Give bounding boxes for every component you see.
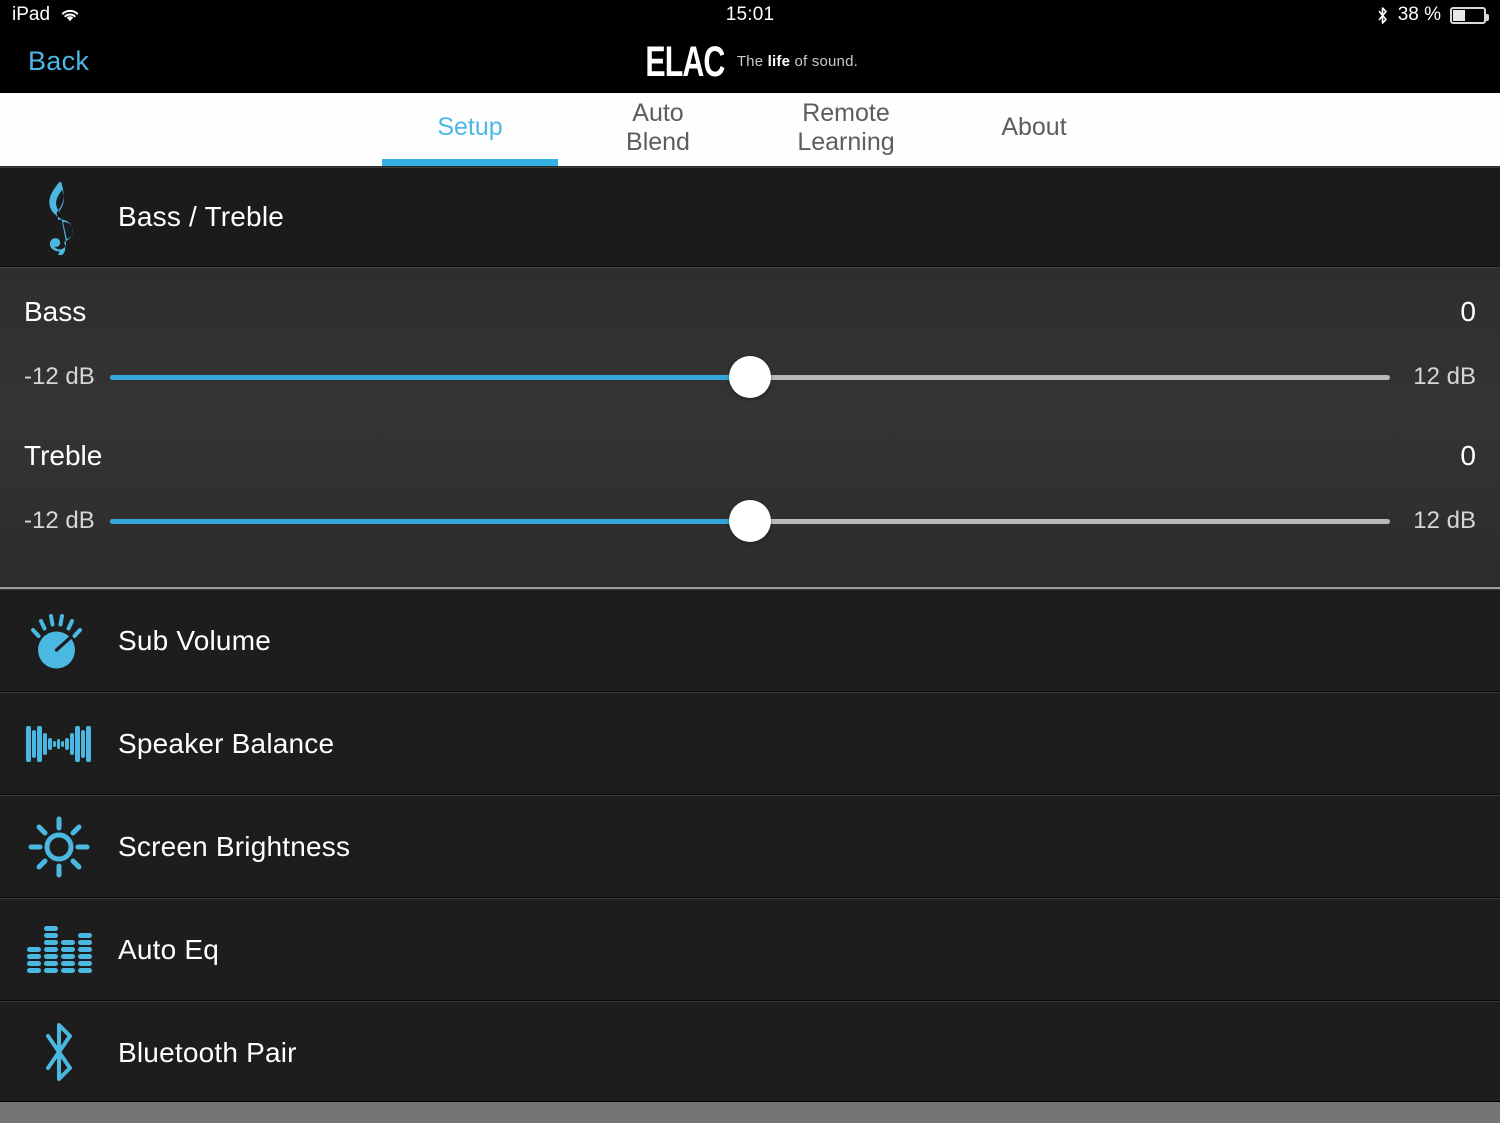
status-bar-right: 38 % (1376, 4, 1500, 26)
brand-tagline: The life of sound. (737, 53, 858, 70)
battery-percent-label: 38 % (1397, 4, 1441, 25)
tagline-pre: The (736, 53, 768, 70)
tab-auto-blend[interactable]: Auto Blend (564, 93, 752, 166)
list-item-sub-volume[interactable]: Sub Volume (0, 589, 1500, 692)
list-item-label: Sub Volume (118, 624, 271, 656)
list-item-auto-eq[interactable]: Auto Eq (0, 898, 1500, 1001)
bluetooth-icon (0, 1015, 118, 1091)
treble-slider-header: Treble 0 (24, 426, 1476, 486)
bass-slider-header: Bass 0 (24, 282, 1476, 342)
list-item-label: Bluetooth Pair (118, 1036, 297, 1068)
tab-setup-label: Setup (437, 113, 503, 142)
bass-label: Bass (24, 296, 87, 327)
treble-slider-group: Treble 0 -12 dB 12 dB (24, 412, 1476, 556)
treble-slider-thumb[interactable] (729, 500, 771, 542)
treble-clef-icon (0, 179, 118, 255)
equalizer-bars-icon (0, 921, 118, 979)
treble-min-label: -12 dB (24, 507, 95, 534)
treble-value: 0 (1460, 440, 1476, 471)
list-item-screen-brightness[interactable]: Screen Brightness (0, 795, 1500, 898)
bass-track-fill (110, 374, 750, 380)
bass-slider-thumb[interactable] (729, 356, 771, 398)
treble-slider-row: -12 dB 12 dB (24, 486, 1476, 556)
tab-remote-learning-label: Remote Learning (797, 98, 895, 156)
tagline-post: of sound. (790, 53, 859, 70)
navigation-bar: Back ELAC The life of sound. (0, 30, 1500, 93)
brand-logo: ELAC The life of sound. (0, 30, 1500, 93)
list-item-label: Speaker Balance (118, 727, 335, 759)
bottom-home-bar (0, 1101, 1500, 1123)
tab-remote-learning[interactable]: Remote Learning (752, 93, 940, 166)
treble-track-fill (110, 518, 750, 524)
tab-auto-blend-label: Auto Blend (626, 98, 690, 156)
bass-max-label: 12 dB (1413, 363, 1476, 390)
app-screen: iPad 15:01 38 % Back ELAC The life of so… (0, 0, 1500, 1123)
bass-treble-slider-panel: Bass 0 -12 dB 12 dB Treble 0 -12 dB 12 d… (0, 267, 1500, 589)
speaker-balance-waveform-icon (0, 721, 118, 767)
settings-list: Sub Volume Speaker Balance Screen Bright… (0, 589, 1500, 1104)
battery-icon (1450, 6, 1489, 24)
bass-min-label: -12 dB (24, 363, 95, 390)
tab-about[interactable]: About (940, 93, 1128, 166)
bass-slider-group: Bass 0 -12 dB 12 dB (24, 268, 1476, 412)
treble-slider[interactable] (110, 499, 1390, 543)
tab-setup[interactable]: Setup (376, 93, 564, 166)
tab-bar: Setup Auto Blend Remote Learning About (0, 93, 1500, 167)
elac-wordmark: ELAC (645, 37, 725, 86)
bass-slider[interactable] (110, 355, 1390, 399)
list-item-label: Screen Brightness (118, 830, 351, 862)
treble-max-label: 12 dB (1413, 507, 1476, 534)
treble-label: Treble (24, 440, 103, 471)
volume-knob-icon (0, 610, 118, 672)
bass-value: 0 (1460, 296, 1476, 327)
list-item-bluetooth-pair[interactable]: Bluetooth Pair (0, 1001, 1500, 1104)
section-title: Bass / Treble (118, 201, 285, 232)
status-bar: iPad 15:01 38 % (0, 0, 1500, 30)
list-item-speaker-balance[interactable]: Speaker Balance (0, 692, 1500, 795)
list-item-label: Auto Eq (118, 933, 220, 965)
clock-label: 15:01 (725, 4, 775, 25)
tagline-bold: life (767, 53, 791, 70)
sun-brightness-icon (0, 816, 118, 878)
back-button[interactable]: Back (0, 46, 89, 77)
tab-about-label: About (1001, 113, 1067, 142)
bass-slider-row: -12 dB 12 dB (24, 342, 1476, 412)
section-header-bass-treble: Bass / Treble (0, 167, 1500, 267)
bluetooth-status-icon (1376, 6, 1389, 25)
